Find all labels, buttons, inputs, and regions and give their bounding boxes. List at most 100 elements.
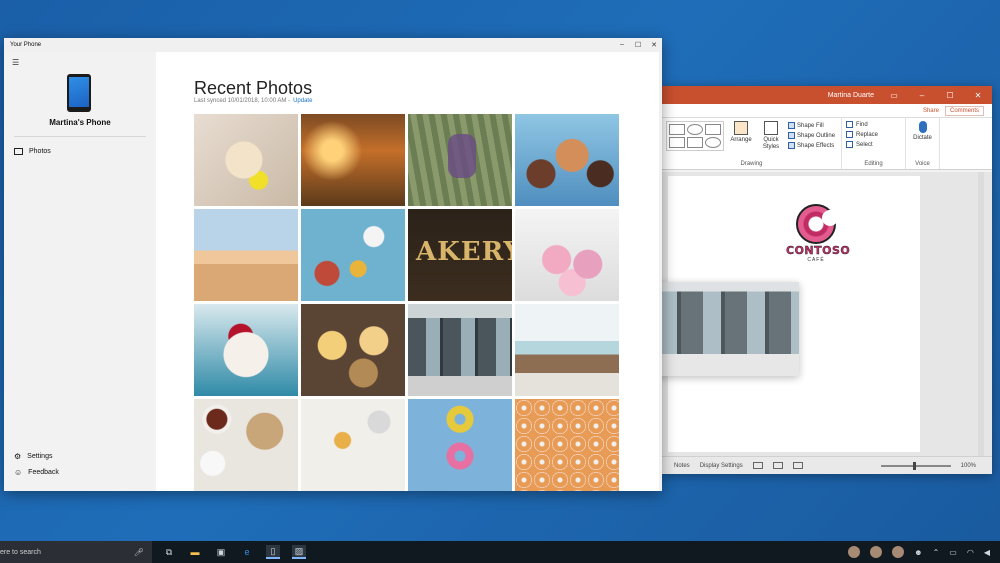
- shapes-gallery[interactable]: [666, 121, 724, 151]
- your-phone-taskbar-icon[interactable]: ▯: [266, 545, 280, 559]
- people-icon[interactable]: ☻: [914, 548, 922, 557]
- photo-tile[interactable]: [408, 209, 512, 301]
- minimize-button[interactable]: –: [614, 41, 630, 49]
- normal-view-icon[interactable]: [752, 462, 763, 469]
- sidebar-item-feedback[interactable]: ☺ Feedback: [14, 468, 59, 477]
- quick-styles-icon: [764, 121, 778, 135]
- photo-tile[interactable]: [194, 209, 298, 301]
- select-button[interactable]: Select: [846, 141, 901, 148]
- ppt-vertical-scrollbar[interactable]: [978, 172, 984, 456]
- ppt-titlebar: Martina Duarte ▭ – ☐ ✕: [662, 86, 992, 104]
- edge-icon[interactable]: e: [240, 545, 254, 559]
- sidebar-item-photos[interactable]: Photos: [14, 148, 51, 155]
- photo-grid: [194, 114, 619, 491]
- menu-icon[interactable]: ☰: [12, 58, 19, 67]
- search-box[interactable]: ere to search 🎤︎: [0, 541, 152, 563]
- gear-icon: ⚙: [14, 452, 22, 461]
- wifi-icon[interactable]: ◠: [967, 548, 974, 557]
- store-icon[interactable]: ▣: [214, 545, 228, 559]
- ppt-ribbon: Arrange Quick Styles Shape Fill Shape Ou…: [662, 118, 992, 170]
- replace-label: Replace: [856, 131, 879, 138]
- contoso-logo[interactable]: CONTOSO CAFÉ: [786, 204, 851, 263]
- people-avatar-1[interactable]: [848, 546, 861, 558]
- main-content: Recent Photos Last synced 10/01/2018, 10…: [156, 52, 662, 491]
- select-icon: [846, 141, 853, 148]
- window-title: Your Phone: [10, 42, 42, 48]
- notes-button[interactable]: Notes: [674, 463, 690, 469]
- your-phone-window[interactable]: Your Phone – ☐ ✕ ☰ Martina's Phone Photo…: [4, 38, 662, 491]
- replace-button[interactable]: Replace: [846, 131, 901, 138]
- photo-tile[interactable]: [194, 114, 298, 206]
- task-view-icon[interactable]: ⧉: [162, 545, 176, 559]
- shape-effects-button[interactable]: Shape Effects: [788, 142, 835, 149]
- comments-button[interactable]: Comments: [944, 105, 984, 116]
- ppt-ribbon-display-button[interactable]: ▭: [880, 91, 908, 100]
- photos-scrollbar[interactable]: [659, 52, 662, 491]
- shape-effects-icon: [788, 142, 795, 149]
- volume-icon[interactable]: ◀: [984, 548, 990, 557]
- photo-tile[interactable]: [515, 304, 619, 396]
- arrange-icon: [734, 121, 748, 135]
- photo-tile[interactable]: [301, 209, 405, 301]
- photo-tile[interactable]: [194, 399, 298, 491]
- slide-sorter-icon[interactable]: [772, 462, 783, 469]
- select-label: Select: [856, 141, 873, 148]
- powerpoint-window[interactable]: Martina Duarte ▭ – ☐ ✕ Share Comments Ar…: [662, 86, 992, 474]
- microphone-icon[interactable]: 🎤︎: [134, 548, 144, 557]
- photo-tile[interactable]: [408, 114, 512, 206]
- sidebar-divider: [14, 136, 146, 137]
- shape-fill-button[interactable]: Shape Fill: [788, 122, 835, 129]
- ppt-maximize-button[interactable]: ☐: [936, 91, 964, 100]
- shape-fill-label: Shape Fill: [797, 122, 824, 129]
- photo-tile[interactable]: [301, 399, 405, 491]
- people-avatar-3[interactable]: [892, 546, 905, 558]
- chevron-up-icon[interactable]: ⌃: [933, 548, 940, 557]
- photos-taskbar-icon[interactable]: ▨: [292, 545, 306, 559]
- find-button[interactable]: Find: [846, 121, 901, 128]
- shape-fill-icon: [788, 122, 795, 129]
- sidebar-item-settings[interactable]: ⚙ Settings: [14, 452, 52, 461]
- sync-status: Last synced 10/01/2018, 10:00 AM - Update: [194, 98, 312, 104]
- drawing-group-label: Drawing: [740, 161, 763, 167]
- photo-tile[interactable]: [515, 114, 619, 206]
- ppt-ribbon-tabs-row: Share Comments: [662, 104, 992, 118]
- phone-icon: [67, 74, 91, 112]
- voice-group-label: Voice: [915, 161, 930, 167]
- ppt-minimize-button[interactable]: –: [908, 91, 936, 100]
- feedback-icon: ☺: [14, 468, 23, 477]
- maximize-button[interactable]: ☐: [630, 41, 646, 49]
- ppt-close-button[interactable]: ✕: [964, 91, 992, 100]
- ppt-user-name: Martina Duarte: [827, 91, 874, 99]
- reading-view-icon[interactable]: [792, 462, 803, 469]
- search-input[interactable]: ere to search: [0, 549, 41, 556]
- update-link[interactable]: Update: [293, 98, 312, 104]
- photo-tile[interactable]: [301, 114, 405, 206]
- shape-outline-button[interactable]: Shape Outline: [788, 132, 835, 139]
- photo-tile[interactable]: [408, 304, 512, 396]
- people-avatar-2[interactable]: [870, 546, 883, 558]
- sidebar-item-label: Feedback: [28, 469, 59, 476]
- zoom-slider[interactable]: [880, 461, 951, 470]
- share-button[interactable]: Share: [923, 108, 939, 114]
- window-controls: – ☐ ✕: [614, 41, 662, 49]
- dictate-label[interactable]: Dictate: [913, 135, 932, 141]
- sidebar-item-label: Photos: [29, 148, 51, 155]
- battery-icon[interactable]: ▭: [949, 548, 957, 557]
- photo-tile[interactable]: [194, 304, 298, 396]
- logo-name: CONTOSO: [786, 244, 851, 257]
- photo-tile[interactable]: [301, 304, 405, 396]
- file-explorer-icon[interactable]: ▬: [188, 545, 202, 559]
- quick-styles-label: Quick Styles: [762, 137, 780, 150]
- zoom-level[interactable]: 100%: [961, 463, 976, 469]
- voice-group: Dictate Voice: [906, 118, 940, 169]
- photo-tile[interactable]: [408, 399, 512, 491]
- photo-tile[interactable]: [515, 209, 619, 301]
- drawing-group: Arrange Quick Styles Shape Fill Shape Ou…: [662, 118, 842, 169]
- dictate-icon[interactable]: [918, 121, 927, 133]
- sidebar-item-label: Settings: [27, 453, 53, 460]
- phone-name: Martina's Phone: [49, 118, 111, 127]
- photo-tile[interactable]: [515, 399, 619, 491]
- editing-group: Find Replace Select Editing: [842, 118, 906, 169]
- display-settings-button[interactable]: Display Settings: [700, 463, 743, 469]
- close-button[interactable]: ✕: [646, 41, 662, 49]
